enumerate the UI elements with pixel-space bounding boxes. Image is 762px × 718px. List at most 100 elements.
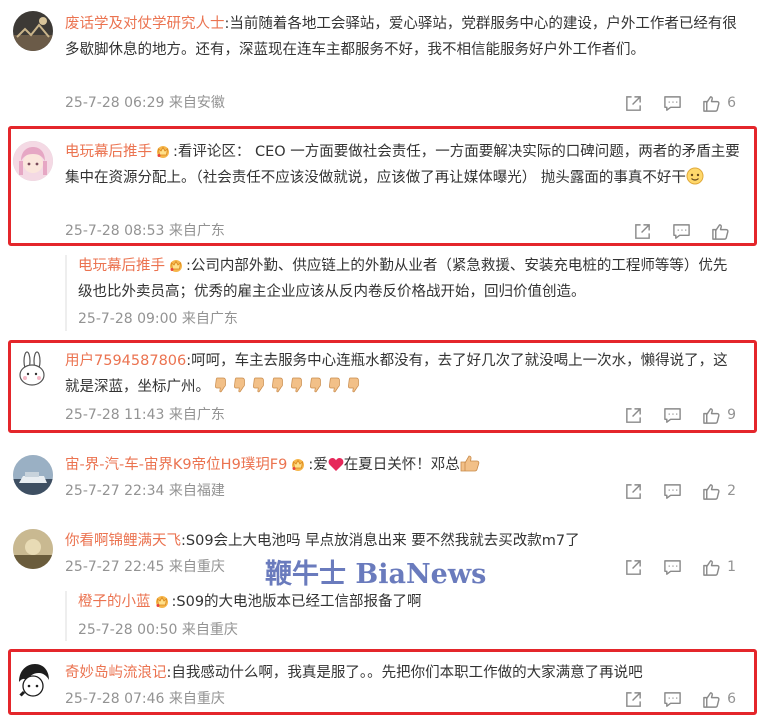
avatar[interactable] bbox=[13, 349, 53, 389]
thumbs-down-emoji bbox=[233, 377, 248, 393]
like-icon bbox=[702, 94, 721, 113]
avatar[interactable] bbox=[13, 141, 53, 181]
like-button[interactable]: 6 bbox=[702, 690, 736, 709]
reply-button[interactable] bbox=[663, 558, 682, 577]
share-button[interactable] bbox=[624, 482, 643, 501]
comment-icon bbox=[663, 558, 682, 577]
share-icon bbox=[624, 94, 643, 113]
comment-meta: 25-7-27 22:45 来自重庆 bbox=[65, 559, 225, 575]
heart-icon bbox=[328, 455, 344, 481]
comment-icon bbox=[663, 690, 682, 709]
share-icon bbox=[624, 558, 643, 577]
like-icon bbox=[702, 558, 721, 577]
comment-body: 宙-界-汽-车-宙界K9帝位H9璞玥F9 :爱 在夏日关怀！邓总 bbox=[65, 452, 740, 481]
comment-icon bbox=[663, 482, 682, 501]
comment-meta: 25-7-28 06:29 来自安徽 bbox=[65, 95, 225, 111]
username-link[interactable]: 奇妙岛屿流浪记 bbox=[65, 665, 167, 681]
smile-emoji bbox=[686, 167, 704, 194]
comment-body: 你看啊锦鲤满天飞:S09会上大电池吗 早点放消息出来 要不然我就去买改款m7了 bbox=[65, 528, 740, 554]
comment-meta: 25-7-28 11:43 来自广东 bbox=[65, 407, 225, 423]
like-count: 1 bbox=[727, 559, 736, 575]
thumbs-down-emoji bbox=[252, 377, 267, 393]
reply-meta: 25-7-28 00:50 来自重庆 bbox=[78, 622, 238, 638]
avatar[interactable] bbox=[13, 660, 53, 700]
username-link[interactable]: 宙-界-汽-车-宙界K9帝位H9璞玥F9 bbox=[65, 457, 287, 473]
avatar[interactable] bbox=[13, 529, 53, 569]
reply-body: 电玩幕后推手:公司内部外勤、供应链上的外勤从业者（紧急救援、安装充电桩的工程师等… bbox=[78, 253, 740, 305]
crown-vip-icon bbox=[290, 456, 306, 471]
thumbs-down-emoji-row bbox=[214, 379, 366, 395]
comment-text: 在夏日关怀！邓总 bbox=[343, 457, 460, 473]
comment-body: 奇妙岛屿流浪记:自我感动什么啊，我真是服了。。先把你们本职工作做的大家满意了再说… bbox=[65, 660, 740, 686]
like-button[interactable]: 6 bbox=[702, 94, 736, 113]
like-count: 6 bbox=[727, 691, 736, 707]
share-icon bbox=[633, 222, 652, 241]
comment-body: 废话学及对仗学研究人士:当前随着各地工会驿站，爱心驿站，党群服务中心的建设，户外… bbox=[65, 11, 740, 63]
comment-body: 电玩幕后推手:看评论区： CEO 一方面要做社会责任，一方面要解决实际的口碑问题… bbox=[65, 139, 740, 194]
like-button[interactable]: 1 bbox=[702, 558, 736, 577]
like-button[interactable]: 2 bbox=[702, 482, 736, 501]
comment-actions: 6 bbox=[604, 689, 736, 709]
thumbs-down-emoji bbox=[290, 377, 305, 393]
like-count: 9 bbox=[727, 407, 736, 423]
thumbs-up-emoji bbox=[460, 454, 480, 481]
username-link[interactable]: 你看啊锦鲤满天飞 bbox=[65, 533, 181, 549]
comment-meta: 25-7-27 22:34 来自福建 bbox=[65, 483, 225, 499]
like-icon bbox=[702, 690, 721, 709]
share-icon bbox=[624, 406, 643, 425]
comment-icon bbox=[663, 94, 682, 113]
like-icon bbox=[702, 406, 721, 425]
reply-thread-line bbox=[65, 255, 67, 331]
thumbs-down-emoji bbox=[309, 377, 324, 393]
crown-vip-icon bbox=[168, 257, 184, 272]
reply-button[interactable] bbox=[672, 222, 691, 241]
reply-button[interactable] bbox=[663, 406, 682, 425]
comment-text: :爱 bbox=[308, 457, 328, 473]
like-icon bbox=[711, 222, 730, 241]
avatar[interactable] bbox=[13, 11, 53, 51]
thumbs-down-emoji bbox=[328, 377, 343, 393]
reply-text: :S09的大电池版本已经工信部报备了啊 bbox=[171, 594, 422, 610]
thumbs-down-emoji bbox=[347, 377, 362, 393]
reply-button[interactable] bbox=[663, 94, 682, 113]
reply-body: 橙子的小蓝 :S09的大电池版本已经工信部报备了啊 bbox=[78, 589, 740, 615]
reply-thread-line bbox=[65, 591, 67, 641]
share-button[interactable] bbox=[633, 222, 652, 241]
share-button[interactable] bbox=[624, 558, 643, 577]
reply-meta: 25-7-28 09:00 来自广东 bbox=[78, 311, 238, 327]
comment-icon bbox=[672, 222, 691, 241]
like-button[interactable] bbox=[711, 222, 736, 241]
share-icon bbox=[624, 482, 643, 501]
comment-meta: 25-7-28 07:46 来自重庆 bbox=[65, 691, 225, 707]
comment-actions bbox=[613, 221, 736, 241]
crown-vip-icon bbox=[154, 593, 170, 608]
thumbs-down-emoji bbox=[271, 377, 286, 393]
like-count: 2 bbox=[727, 483, 736, 499]
crown-vip-icon bbox=[155, 143, 171, 158]
like-button[interactable]: 9 bbox=[702, 406, 736, 425]
reply-button[interactable] bbox=[663, 482, 682, 501]
like-icon bbox=[702, 482, 721, 501]
reply-button[interactable] bbox=[663, 690, 682, 709]
username-link[interactable]: 电玩幕后推手 bbox=[65, 144, 152, 160]
comment-text: :自我感动什么啊，我真是服了。。先把你们本职工作做的大家满意了再说吧 bbox=[166, 665, 643, 681]
like-count: 6 bbox=[727, 95, 736, 111]
share-icon bbox=[624, 690, 643, 709]
username-link[interactable]: 用户7594587806 bbox=[65, 353, 186, 369]
comment-body: 用户7594587806:呵呵，车主去服务中心连瓶水都没有，去了好几次了就没喝上… bbox=[65, 348, 740, 400]
comment-actions: 2 bbox=[604, 481, 736, 501]
comment-actions: 9 bbox=[604, 405, 736, 425]
username-link[interactable]: 橙子的小蓝 bbox=[78, 594, 151, 610]
comment-icon bbox=[663, 406, 682, 425]
comment-actions: 6 bbox=[604, 93, 736, 113]
comment-meta: 25-7-28 08:53 来自广东 bbox=[65, 223, 225, 239]
comment-text: :S09会上大电池吗 早点放消息出来 要不然我就去买改款m7了 bbox=[181, 533, 580, 549]
comment-actions: 1 bbox=[604, 557, 736, 577]
username-link[interactable]: 废话学及对仗学研究人士 bbox=[65, 16, 225, 32]
username-link[interactable]: 电玩幕后推手 bbox=[78, 258, 165, 274]
share-button[interactable] bbox=[624, 690, 643, 709]
avatar[interactable] bbox=[13, 455, 53, 495]
thumbs-down-emoji bbox=[214, 377, 229, 393]
share-button[interactable] bbox=[624, 406, 643, 425]
share-button[interactable] bbox=[624, 94, 643, 113]
